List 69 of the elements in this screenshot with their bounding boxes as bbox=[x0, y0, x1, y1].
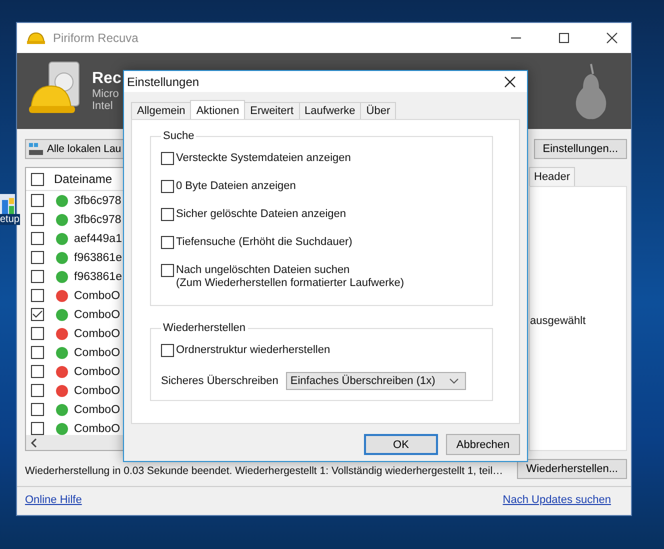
window-title: Piriform Recuva bbox=[53, 31, 138, 45]
option-label[interactable]: Nach ungelöschten Dateien suchen (Zum Wiederherstellen formatierter Laufwerke) bbox=[176, 264, 404, 290]
row-checkbox[interactable] bbox=[31, 213, 44, 226]
overwrite-label: Sicheres Überschreiben bbox=[161, 375, 278, 387]
file-name: aef449a1 bbox=[74, 232, 122, 244]
check-updates-link[interactable]: Nach Updates suchen bbox=[502, 494, 611, 506]
system-info-text: Intel bbox=[92, 100, 114, 112]
settings-tab[interactable]: Über bbox=[360, 102, 396, 119]
row-checkbox[interactable] bbox=[31, 232, 44, 245]
file-name: ComboO bbox=[74, 404, 120, 416]
hard-hat-icon bbox=[27, 30, 45, 46]
maximize-icon[interactable] bbox=[557, 31, 571, 45]
close-icon[interactable] bbox=[503, 74, 517, 88]
row-checkbox[interactable] bbox=[31, 194, 44, 207]
row-checkbox[interactable] bbox=[31, 251, 44, 264]
option-checkbox[interactable] bbox=[161, 236, 174, 249]
select-all-checkbox[interactable] bbox=[31, 172, 44, 186]
file-name: f963861e bbox=[74, 270, 122, 282]
group-title: Wiederherstellen bbox=[162, 322, 247, 334]
file-name: ComboO bbox=[74, 384, 120, 396]
file-name: ComboO bbox=[74, 328, 120, 340]
file-name: ComboO bbox=[74, 308, 120, 320]
drives-icon bbox=[29, 143, 43, 155]
group-title: Suche bbox=[162, 130, 196, 142]
option-checkbox[interactable] bbox=[161, 208, 174, 221]
row-checkbox[interactable] bbox=[31, 365, 44, 378]
dialog-title: Einstellungen bbox=[127, 74, 200, 88]
chevron-down-icon bbox=[449, 378, 460, 384]
file-name: ComboO bbox=[74, 366, 120, 378]
settings-tab[interactable]: Aktionen bbox=[190, 100, 246, 119]
row-checkbox[interactable] bbox=[31, 403, 44, 416]
dialog-button[interactable]: Abbrechen bbox=[446, 434, 520, 455]
header-tab[interactable]: Header bbox=[529, 167, 576, 186]
system-info-text: Micro bbox=[92, 88, 120, 100]
app-name: Rec bbox=[92, 70, 122, 88]
settings-tab[interactable]: Allgemein bbox=[131, 102, 192, 119]
option-label[interactable]: Versteckte Systemdateien anzeigen bbox=[176, 152, 351, 165]
row-checkbox[interactable] bbox=[31, 422, 44, 435]
file-name: ComboO bbox=[74, 422, 120, 434]
row-checkbox[interactable] bbox=[31, 384, 44, 397]
dialog-button[interactable]: OK bbox=[364, 434, 438, 455]
info-text: ausgewählt bbox=[530, 315, 586, 327]
column-header[interactable]: Dateiname bbox=[54, 172, 112, 186]
desktop-icon-label[interactable]: etup bbox=[0, 214, 20, 225]
scroll-left-icon bbox=[30, 438, 38, 448]
row-checkbox[interactable] bbox=[31, 289, 44, 302]
option-checkbox[interactable] bbox=[161, 180, 174, 193]
file-name: 3fb6c978 bbox=[74, 194, 122, 206]
option-checkbox[interactable] bbox=[161, 152, 174, 165]
status-text: Wiederherstellung in 0.03 Sekunde beendet. Wiederhergestellt 1: Vollständig wiederhergestellt 1, teil… bbox=[25, 464, 504, 477]
option-label[interactable]: Tiefensuche (Erhöht die Suchdauer) bbox=[176, 236, 352, 249]
option-label[interactable]: Sicher gelöschte Dateien anzeigen bbox=[176, 208, 346, 221]
option-label[interactable]: Ordnerstruktur wiederherstellen bbox=[176, 344, 330, 357]
overwrite-dropdown[interactable]: Einfaches Überschreiben (1x) bbox=[286, 372, 466, 390]
option-label[interactable]: 0 Byte Dateien anzeigen bbox=[176, 180, 296, 193]
online-help-link[interactable]: Online Hilfe bbox=[25, 494, 82, 506]
row-checkbox[interactable] bbox=[31, 270, 44, 283]
settings-button[interactable]: Einstellungen... bbox=[534, 139, 627, 159]
close-icon[interactable] bbox=[605, 31, 619, 45]
file-name: f963861e bbox=[74, 252, 122, 264]
recover-button[interactable]: Wiederherstellen... bbox=[517, 459, 627, 479]
row-checkbox[interactable] bbox=[31, 346, 44, 359]
file-name: ComboO bbox=[74, 290, 120, 302]
file-name: ComboO bbox=[74, 346, 120, 358]
option-checkbox[interactable] bbox=[161, 344, 174, 357]
option-checkbox[interactable] bbox=[161, 264, 174, 277]
row-checkbox[interactable] bbox=[31, 308, 44, 321]
file-name: 3fb6c978 bbox=[74, 214, 122, 226]
row-checkbox[interactable] bbox=[31, 327, 44, 340]
